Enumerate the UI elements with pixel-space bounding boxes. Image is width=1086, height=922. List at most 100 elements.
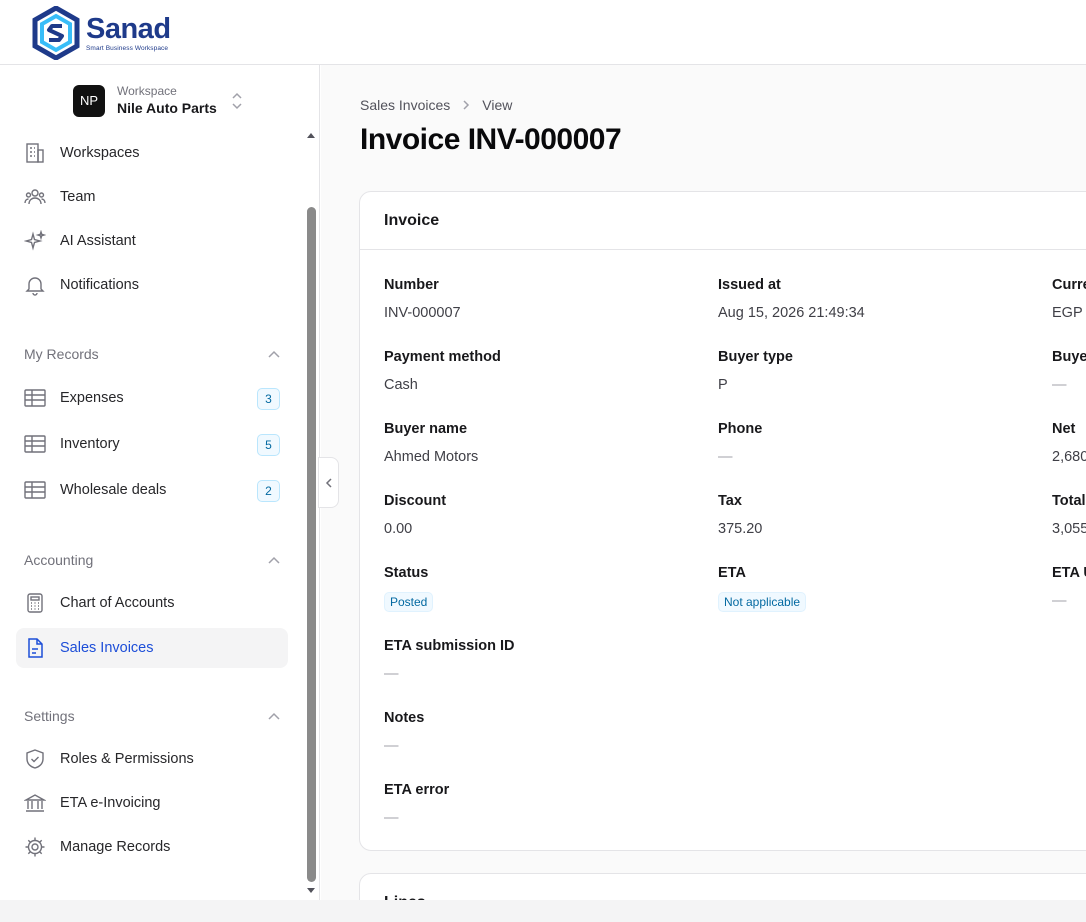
landmark-icon [24, 792, 46, 814]
sidebar-item-sales-invoices[interactable]: Sales Invoices [16, 628, 288, 668]
sidebar-item-workspaces[interactable]: Workspaces [16, 133, 288, 173]
sidebar-scrollbar-thumb[interactable] [307, 207, 316, 882]
field-total: Total 3,055 [1052, 492, 1086, 538]
field-label: Tax [718, 493, 742, 509]
field-value: — [1052, 593, 1067, 609]
chevron-up-icon [268, 556, 280, 564]
sanad-logo-icon [32, 6, 80, 60]
field-discount: Discount 0.00 [384, 492, 684, 538]
sidebar-item-roles-permissions[interactable]: Roles & Permissions [16, 739, 288, 779]
field-value: P [718, 377, 728, 393]
field-value: — [718, 449, 733, 465]
sidebar-item-inventory[interactable]: Inventory 5 [16, 424, 288, 464]
scroll-down-arrow[interactable] [307, 888, 315, 893]
sidebar-item-label: Wholesale deals [60, 482, 167, 498]
scroll-up-arrow[interactable] [307, 133, 315, 138]
field-number: Number INV-000007 [384, 276, 684, 322]
calculator-icon [24, 592, 46, 614]
field-value: 3,055 [1052, 521, 1086, 537]
field-label: ETA [718, 565, 746, 581]
sidebar-item-label: ETA e-Invoicing [60, 795, 161, 811]
file-text-icon [24, 637, 46, 659]
field-value: Cash [384, 377, 418, 393]
field-payment-method: Payment method Cash [384, 348, 684, 394]
section-accounting[interactable]: Accounting [24, 550, 280, 570]
sidebar-item-expenses[interactable]: Expenses 3 [16, 378, 288, 418]
field-value: — [1052, 377, 1067, 393]
page-title: Invoice INV-000007 [360, 123, 622, 156]
field-label: Total [1052, 493, 1086, 509]
lines-card: Lines [359, 873, 1086, 900]
field-eta-submission-id: ETA submission ID — [384, 637, 684, 683]
field-label: Number [384, 277, 439, 293]
field-notes: Notes — [384, 709, 684, 755]
gear-icon [24, 836, 46, 858]
sidebar-item-eta-e-invoicing[interactable]: ETA e-Invoicing [16, 783, 288, 823]
field-label: Buyer type [718, 349, 793, 365]
breadcrumb: Sales Invoices View [360, 97, 512, 113]
chevron-up-icon [268, 350, 280, 358]
sidebar-item-label: Manage Records [60, 839, 171, 855]
sidebar-item-wholesale-deals[interactable]: Wholesale deals 2 [16, 470, 288, 510]
sidebar-item-ai-assistant[interactable]: AI Assistant [16, 221, 288, 261]
field-value: 2,680 [1052, 449, 1086, 465]
field-buyer-name: Buyer name Ahmed Motors [384, 420, 684, 466]
field-status: Status Posted [384, 564, 684, 612]
sidebar-item-label: Expenses [60, 390, 124, 406]
field-value: Aug 15, 2026 21:49:34 [718, 305, 865, 321]
sidebar-item-manage-records[interactable]: Manage Records [16, 827, 288, 867]
chevron-right-icon [462, 99, 470, 111]
field-label: Buye [1052, 349, 1086, 365]
breadcrumb-parent-link[interactable]: Sales Invoices [360, 97, 450, 113]
sidebar-item-label: Workspaces [60, 145, 140, 161]
sidebar-item-label: Chart of Accounts [60, 595, 175, 611]
count-badge: 2 [257, 480, 280, 502]
sidebar-item-label: Notifications [60, 277, 139, 293]
sidebar-item-label: Sales Invoices [60, 640, 154, 656]
top-bar: Sanad Smart Business Workspace [0, 0, 1086, 65]
section-label: My Records [24, 346, 99, 362]
field-value: INV-000007 [384, 305, 461, 321]
chevron-up-icon [268, 712, 280, 720]
lines-card-title: Lines [360, 874, 1086, 900]
chevrons-up-down-icon[interactable] [231, 92, 243, 110]
workspace-avatar: NP [73, 84, 105, 117]
field-net: Net 2,680 [1052, 420, 1086, 466]
status-badge: Posted [384, 592, 434, 612]
field-buyer-id: Buye — [1052, 348, 1086, 394]
field-label: ETA submission ID [384, 638, 515, 654]
brand-logo[interactable]: Sanad Smart Business Workspace [32, 6, 171, 60]
field-value: 0.00 [384, 521, 413, 537]
field-label: Net [1052, 421, 1076, 437]
sidebar-item-label: Inventory [60, 436, 120, 452]
field-value: EGP [1052, 305, 1083, 321]
brand-name: Sanad [86, 13, 171, 45]
bell-icon [24, 274, 46, 296]
field-label: Issued at [718, 277, 781, 293]
sparkles-icon [24, 230, 46, 252]
field-label: Buyer name [384, 421, 468, 437]
field-eta-error: ETA error — [384, 781, 684, 827]
window-bottom-edge [0, 900, 1086, 922]
shield-check-icon [24, 748, 46, 770]
field-buyer-type: Buyer type P [718, 348, 1018, 394]
sidebar-collapse-button[interactable] [318, 457, 339, 508]
section-settings[interactable]: Settings [24, 706, 280, 726]
invoice-card-title: Invoice [360, 192, 1086, 250]
sidebar-item-team[interactable]: Team [16, 177, 288, 217]
table-icon [24, 479, 46, 501]
field-value: 375.20 [718, 521, 763, 537]
field-label: Curre [1052, 277, 1086, 293]
count-badge: 3 [257, 388, 280, 410]
section-my-records[interactable]: My Records [24, 344, 280, 364]
field-value: — [384, 666, 399, 682]
field-label: Phone [718, 421, 763, 437]
workspace-switcher[interactable]: NP Workspace Nile Auto Parts [73, 84, 217, 117]
field-value: Ahmed Motors [384, 449, 479, 465]
sidebar-item-chart-of-accounts[interactable]: Chart of Accounts [16, 583, 288, 623]
sidebar-item-notifications[interactable]: Notifications [16, 265, 288, 305]
count-badge: 5 [257, 434, 280, 456]
field-tax: Tax 375.20 [718, 492, 1018, 538]
sidebar-item-label: Roles & Permissions [60, 751, 194, 767]
field-label: ETA error [384, 782, 450, 798]
